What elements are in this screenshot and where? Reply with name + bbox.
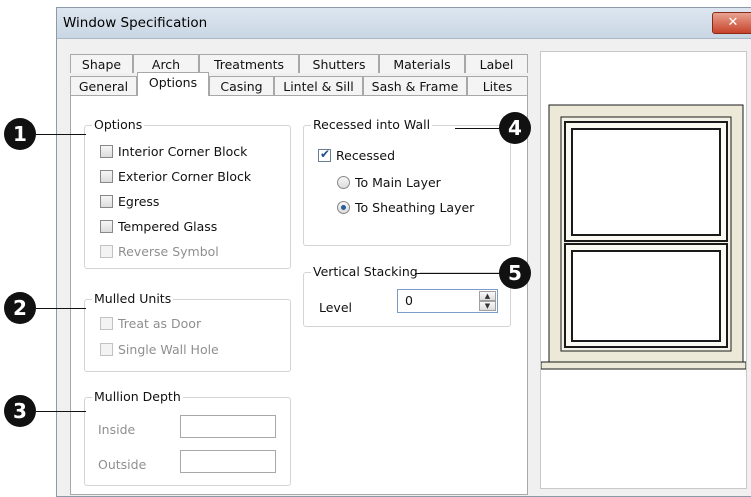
inside-depth-input[interactable]	[180, 415, 276, 438]
mulled-units-group: Mulled Units Treat as Door Single Wall H…	[84, 291, 291, 372]
outside-label: Outside	[98, 457, 147, 472]
checkbox-box	[100, 317, 113, 330]
callout-3: 3	[4, 395, 36, 427]
tab-general[interactable]: General	[70, 76, 137, 95]
checkbox-box	[100, 170, 113, 183]
callout-4: 4	[499, 112, 531, 144]
window-preview-drawing	[540, 104, 747, 370]
callout-3-leader	[36, 411, 86, 412]
checkbox-box	[318, 147, 331, 162]
recessed-group-label: Recessed into Wall	[311, 117, 433, 132]
spin-up-button[interactable]: ▲	[479, 291, 496, 301]
inside-label: Inside	[98, 422, 136, 437]
tab-shutters[interactable]: Shutters	[299, 54, 379, 73]
radio-label: To Main Layer	[355, 175, 441, 190]
checkbox-label: Tempered Glass	[118, 219, 218, 234]
checkbox-box	[100, 145, 113, 158]
checkbox-box	[100, 343, 113, 356]
tab-materials[interactable]: Materials	[379, 54, 465, 73]
callout-1: 1	[4, 118, 36, 150]
vertical-stacking-group-label: Vertical Stacking	[311, 264, 420, 279]
checkbox-label: Single Wall Hole	[118, 342, 219, 357]
radio-circle	[337, 201, 350, 214]
checkbox-box	[100, 220, 113, 233]
options-group-label: Options	[92, 117, 145, 132]
radio-circle	[337, 176, 350, 189]
checkbox-label: Egress	[118, 194, 160, 209]
recessed-into-wall-group: Recessed into Wall Recessed To Main Laye…	[303, 117, 511, 246]
mullion-depth-group: Mullion Depth Inside Outside	[84, 389, 291, 486]
tab-lintel-sill[interactable]: Lintel & Sill	[274, 76, 363, 95]
dialog-title: Window Specification	[63, 15, 208, 31]
checkbox-box	[100, 245, 113, 258]
title-bar: Window Specification ✕	[57, 8, 751, 39]
mullion-depth-group-label: Mullion Depth	[92, 389, 183, 404]
tab-casing[interactable]: Casing	[209, 76, 274, 95]
checkbox-label: Interior Corner Block	[118, 144, 248, 159]
level-label: Level	[319, 300, 352, 315]
callout-1-leader	[36, 134, 86, 135]
mulled-units-group-label: Mulled Units	[92, 291, 174, 306]
tab-lites[interactable]: Lites	[467, 76, 528, 95]
checkbox-label: Recessed	[336, 148, 396, 163]
options-group: Options Interior Corner Block Exterior C…	[84, 117, 291, 269]
checkbox-label: Treat as Door	[118, 316, 202, 331]
callout-4-leader	[455, 128, 501, 129]
callout-2-leader	[36, 308, 86, 309]
close-button[interactable]: ✕	[712, 12, 751, 34]
level-spinner[interactable]: 0 ▲ ▼	[397, 289, 498, 313]
callout-5-leader	[415, 273, 501, 274]
tab-arch[interactable]: Arch	[133, 54, 199, 73]
outside-depth-input[interactable]	[180, 450, 276, 473]
window-preview	[540, 51, 747, 489]
tab-shape[interactable]: Shape	[70, 54, 133, 73]
tab-label[interactable]: Label	[465, 54, 528, 73]
callout-5: 5	[499, 257, 531, 289]
checkbox-label: Reverse Symbol	[118, 244, 219, 259]
tab-sash-frame[interactable]: Sash & Frame	[363, 76, 467, 95]
checkbox-box	[100, 195, 113, 208]
level-value[interactable]: 0	[405, 293, 413, 308]
tab-treatments[interactable]: Treatments	[199, 54, 299, 73]
radio-label: To Sheathing Layer	[355, 200, 475, 215]
callout-2: 2	[4, 292, 36, 324]
checkbox-label: Exterior Corner Block	[118, 169, 252, 184]
spin-down-button[interactable]: ▼	[479, 301, 496, 311]
tab-options[interactable]: Options	[137, 72, 209, 96]
